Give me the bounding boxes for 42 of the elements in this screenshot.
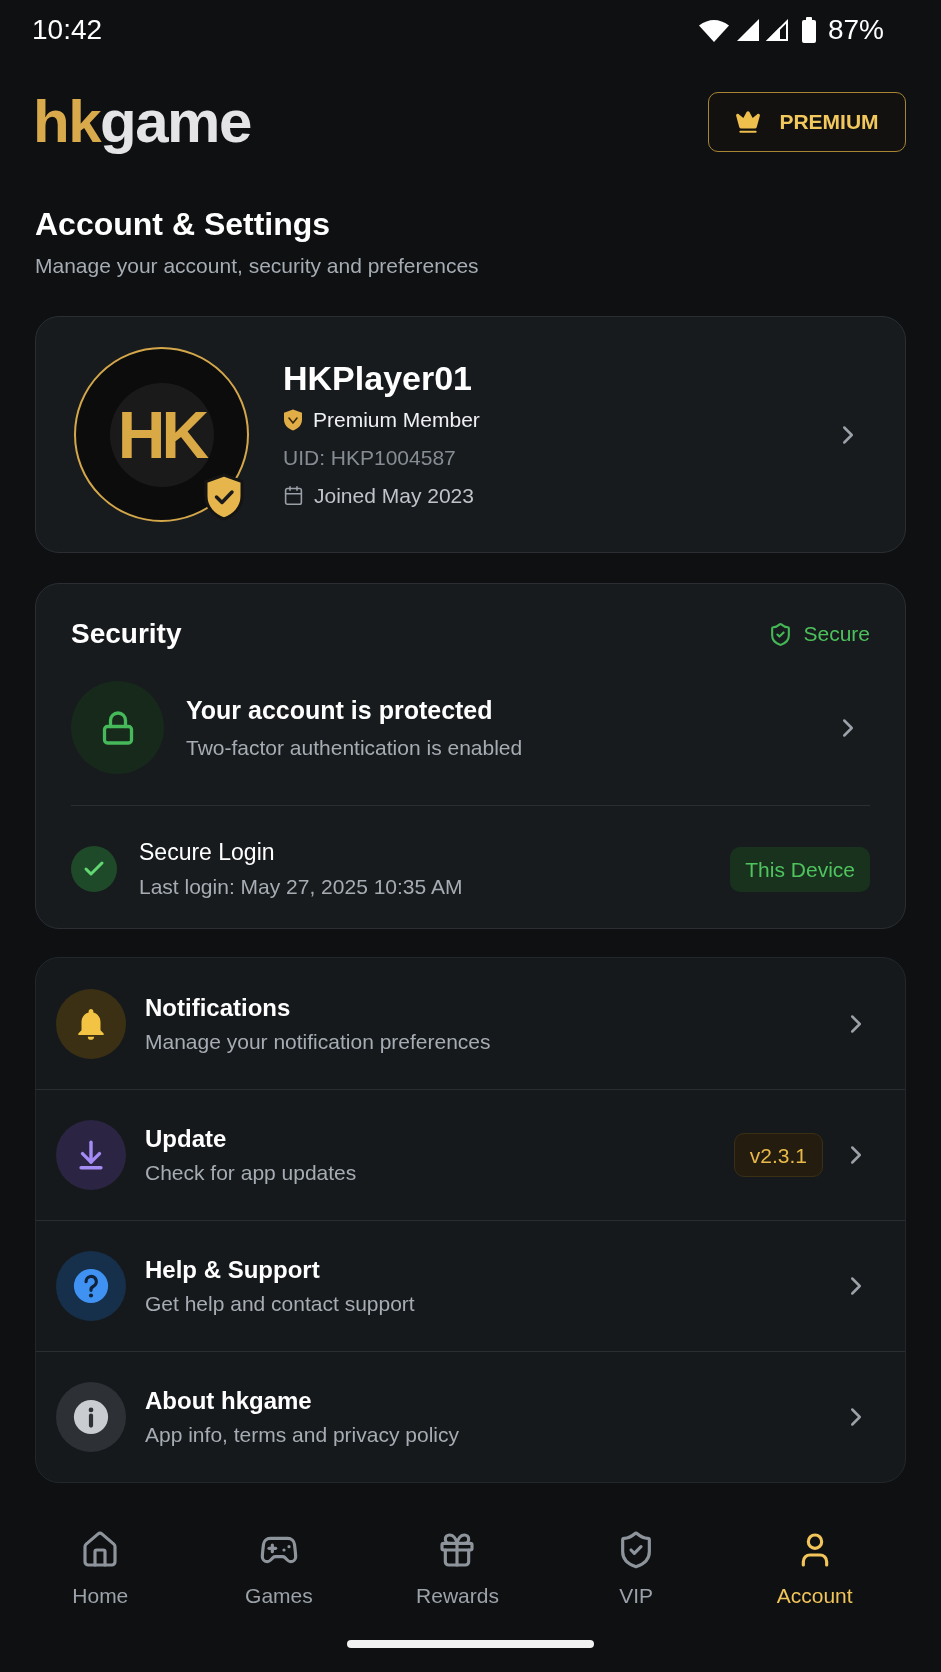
last-login-text: Last login: May 27, 2025 10:35 AM	[139, 874, 464, 900]
uid-text: UID: HKP1004587	[283, 444, 457, 471]
battery-icon	[801, 17, 816, 43]
crown-icon	[735, 109, 762, 135]
menu-item-subtitle: App info, terms and privacy policy	[145, 1422, 460, 1448]
menu-item-subtitle: Manage your notification preferences	[145, 1028, 492, 1055]
profile-card[interactable]: HK HKPlayer01 Premium Member UID: HKP1004587 Joined May 2023	[35, 316, 906, 553]
device-badge: This Device	[730, 846, 870, 892]
calendar-icon	[283, 485, 304, 506]
status-time: 10:42	[32, 16, 103, 44]
signal-icon	[736, 19, 759, 41]
shield-check-icon	[202, 473, 246, 521]
membership-label: Premium Member	[313, 406, 480, 433]
nav-tab[interactable]: Games	[189, 1530, 369, 1610]
username: HKPlayer01	[283, 357, 473, 399]
battery-percentage: 87%	[827, 16, 884, 44]
menu-item-title: Update	[145, 1124, 228, 1154]
nav-tab[interactable]: VIP	[546, 1530, 726, 1610]
security-status: Secure	[803, 621, 870, 647]
page-subtitle: Manage your account, security and preferences	[35, 253, 480, 279]
menu-item-title: Notifications	[145, 992, 292, 1023]
page-title: Account & Settings	[35, 205, 332, 243]
avatar-initials: HK	[117, 401, 206, 468]
protection-title: Your account is protected	[186, 694, 494, 726]
nav-tab[interactable]: Account	[725, 1530, 904, 1610]
menu-item-subtitle: Check for app updates	[145, 1160, 358, 1186]
nav-tab[interactable]: Rewards	[368, 1530, 547, 1610]
login-title: Secure Login	[139, 838, 276, 867]
protection-subtitle: Two-factor authentication is enabled	[186, 734, 524, 761]
joined-date: Joined May 2023	[314, 482, 474, 509]
menu-item-title: Help & Support	[145, 1255, 321, 1285]
signal-icon	[765, 19, 788, 41]
check-icon	[71, 846, 117, 892]
version-badge: v2.3.1	[733, 1133, 823, 1177]
shield-icon	[283, 408, 303, 431]
premium-button[interactable]: PREMIUM	[708, 92, 906, 152]
app-logo: hkgame	[33, 91, 251, 153]
section-title: Security	[71, 617, 182, 651]
menu-item-subtitle: Get help and contact support	[145, 1291, 416, 1317]
wifi-icon	[698, 18, 729, 42]
nav-tab[interactable]: Home	[11, 1530, 190, 1610]
menu-item-title: About hkgame	[145, 1386, 313, 1416]
